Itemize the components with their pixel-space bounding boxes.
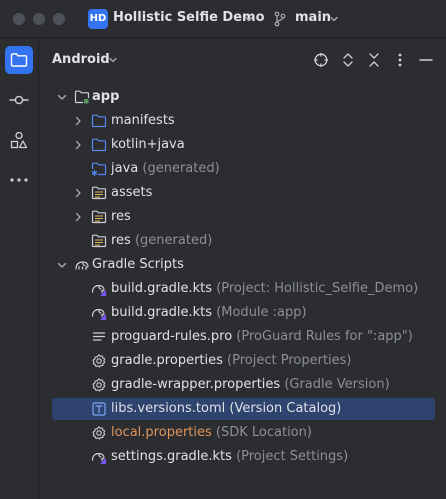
tree-hint-build-gradle-module: (Module :app) <box>212 305 307 320</box>
zoom-window-button[interactable] <box>53 13 65 25</box>
tree-node-res[interactable]: res <box>52 206 435 228</box>
tree-label-build-gradle-module: build.gradle.kts (Module :app) <box>111 305 307 320</box>
tree-node-libs-versions-toml[interactable]: libs.versions.toml (Version Catalog) <box>52 398 435 420</box>
tree-node-java-generated[interactable]: java (generated) <box>52 158 435 180</box>
tree-node-manifests[interactable]: manifests <box>52 110 435 132</box>
tree-label-java: java (generated) <box>111 161 220 176</box>
tree-hint-proguard-rules: (ProGuard Rules for ":app") <box>232 329 413 344</box>
collapse-all-icon <box>369 53 379 67</box>
tree-node-gradle-properties[interactable]: gradle.properties (Project Properties) <box>52 350 435 372</box>
module-folder-icon <box>74 90 90 104</box>
tree-node-build-gradle-module[interactable]: build.gradle.kts (Module :app) <box>52 302 435 324</box>
tree-node-kotlin-java[interactable]: kotlin+java <box>52 134 435 156</box>
collapse-all-button[interactable] <box>364 50 384 70</box>
close-window-button[interactable] <box>13 13 25 25</box>
resource-folder-icon <box>91 210 107 224</box>
text-file-icon <box>92 332 106 341</box>
tree-hint-libs-versions-toml: (Version Catalog) <box>225 401 342 416</box>
commit-tool-button[interactable] <box>5 86 33 114</box>
project-chevron-down-icon[interactable] <box>244 14 254 24</box>
settings-gear-icon <box>92 426 106 440</box>
view-chevron-down-icon[interactable] <box>108 55 118 65</box>
project-name[interactable]: Hollistic Selfie Demo <box>113 10 265 25</box>
chevron-right-icon[interactable] <box>72 139 84 151</box>
options-button[interactable] <box>390 50 410 70</box>
project-badge[interactable]: HD <box>88 9 108 29</box>
tree-hint-local-properties: (SDK Location) <box>211 425 312 440</box>
git-branch-icon[interactable] <box>273 11 287 27</box>
resource-folder-icon <box>91 234 107 248</box>
expand-all-icon <box>343 53 353 67</box>
tree-node-gradle-wrapper-properties[interactable]: gradle-wrapper.properties (Gradle Versio… <box>52 374 435 396</box>
folder-icon <box>10 53 28 67</box>
locate-file-button[interactable] <box>311 50 331 70</box>
tree-label-res: res <box>111 209 131 224</box>
tree-label-local-properties: local.properties (SDK Location) <box>111 425 312 440</box>
tree-node-local-properties[interactable]: local.properties (SDK Location) <box>52 422 435 444</box>
gradle-kts-file-icon <box>91 452 106 464</box>
tree-label-kotlin-java: kotlin+java <box>111 137 185 152</box>
tree-label-build-gradle-project: build.gradle.kts (Project: Hollistic_Sel… <box>111 281 419 296</box>
view-selector[interactable]: Android <box>52 52 110 67</box>
minimize-window-button[interactable] <box>33 13 45 25</box>
tool-window-strip <box>0 38 39 499</box>
settings-gear-icon <box>92 378 106 392</box>
tree-label-res-generated: res (generated) <box>111 233 213 248</box>
tree-label-assets: assets <box>111 185 153 200</box>
project-tool-button[interactable] <box>5 46 33 74</box>
title-bar: HD Hollistic Selfie Demo main <box>0 0 446 38</box>
tree-label-gradle-properties: gradle.properties (Project Properties) <box>111 353 352 368</box>
tree-node-assets[interactable]: assets <box>52 182 435 204</box>
gradle-elephant-icon <box>75 261 89 271</box>
tree-node-gradle-scripts[interactable]: Gradle Scripts <box>52 254 435 276</box>
tree-hint-settings-gradle: (Project Settings) <box>231 449 349 464</box>
tree-label-gradle-wrapper-properties: gradle-wrapper.properties (Gradle Versio… <box>111 377 390 392</box>
hide-panel-button[interactable] <box>416 50 436 70</box>
resource-folder-icon <box>91 186 107 200</box>
chevron-right-icon[interactable] <box>72 187 84 199</box>
chevron-down-icon[interactable] <box>56 91 68 103</box>
more-vertical-icon <box>398 53 402 67</box>
crosshair-icon <box>314 53 328 67</box>
branch-name[interactable]: main <box>295 10 331 25</box>
tree-hint-res-generated: (generated) <box>130 233 213 248</box>
tree-node-app[interactable]: app <box>52 86 435 108</box>
commit-icon <box>9 95 29 105</box>
more-tools-button[interactable] <box>5 166 33 194</box>
project-panel-header: Android <box>40 38 446 82</box>
chevron-down-icon[interactable] <box>56 259 68 271</box>
tree-label-libs-versions-toml: libs.versions.toml (Version Catalog) <box>111 401 342 416</box>
chevron-right-icon[interactable] <box>72 115 84 127</box>
tree-node-settings-gradle[interactable]: settings.gradle.kts (Project Settings) <box>52 446 435 468</box>
expand-all-button[interactable] <box>338 50 358 70</box>
settings-gear-icon <box>92 354 106 368</box>
branch-chevron-down-icon[interactable] <box>329 14 339 24</box>
more-horizontal-icon <box>10 178 28 182</box>
tree-label-gradle-scripts: Gradle Scripts <box>92 257 184 272</box>
folder-icon <box>91 114 107 128</box>
structure-tool-button[interactable] <box>5 126 33 154</box>
tree-hint-build-gradle-project: (Project: Hollistic_Selfie_Demo) <box>212 281 419 296</box>
tree-node-build-gradle-project[interactable]: build.gradle.kts (Project: Hollistic_Sel… <box>52 278 435 300</box>
minimize-icon <box>419 59 433 61</box>
tree-hint-gradle-properties: (Project Properties) <box>222 353 352 368</box>
tree-label-app: app <box>92 89 120 104</box>
toml-file-icon <box>92 402 106 416</box>
generated-source-folder-icon <box>91 162 107 177</box>
gradle-kts-file-icon <box>91 308 106 320</box>
tree-label-settings-gradle: settings.gradle.kts (Project Settings) <box>111 449 349 464</box>
tree-hint-java: (generated) <box>138 161 220 176</box>
chevron-right-icon[interactable] <box>72 211 84 223</box>
tree-hint-gradle-wrapper-properties: (Gradle Version) <box>280 377 390 392</box>
tree-label-manifests: manifests <box>111 113 175 128</box>
tree-label-proguard-rules: proguard-rules.pro (ProGuard Rules for "… <box>111 329 413 344</box>
tree-node-proguard-rules[interactable]: proguard-rules.pro (ProGuard Rules for "… <box>52 326 435 348</box>
gradle-kts-file-icon <box>91 284 106 296</box>
source-folder-icon <box>91 138 107 152</box>
tree-node-res-generated[interactable]: res (generated) <box>52 230 435 252</box>
structure-shapes-icon <box>10 131 28 149</box>
